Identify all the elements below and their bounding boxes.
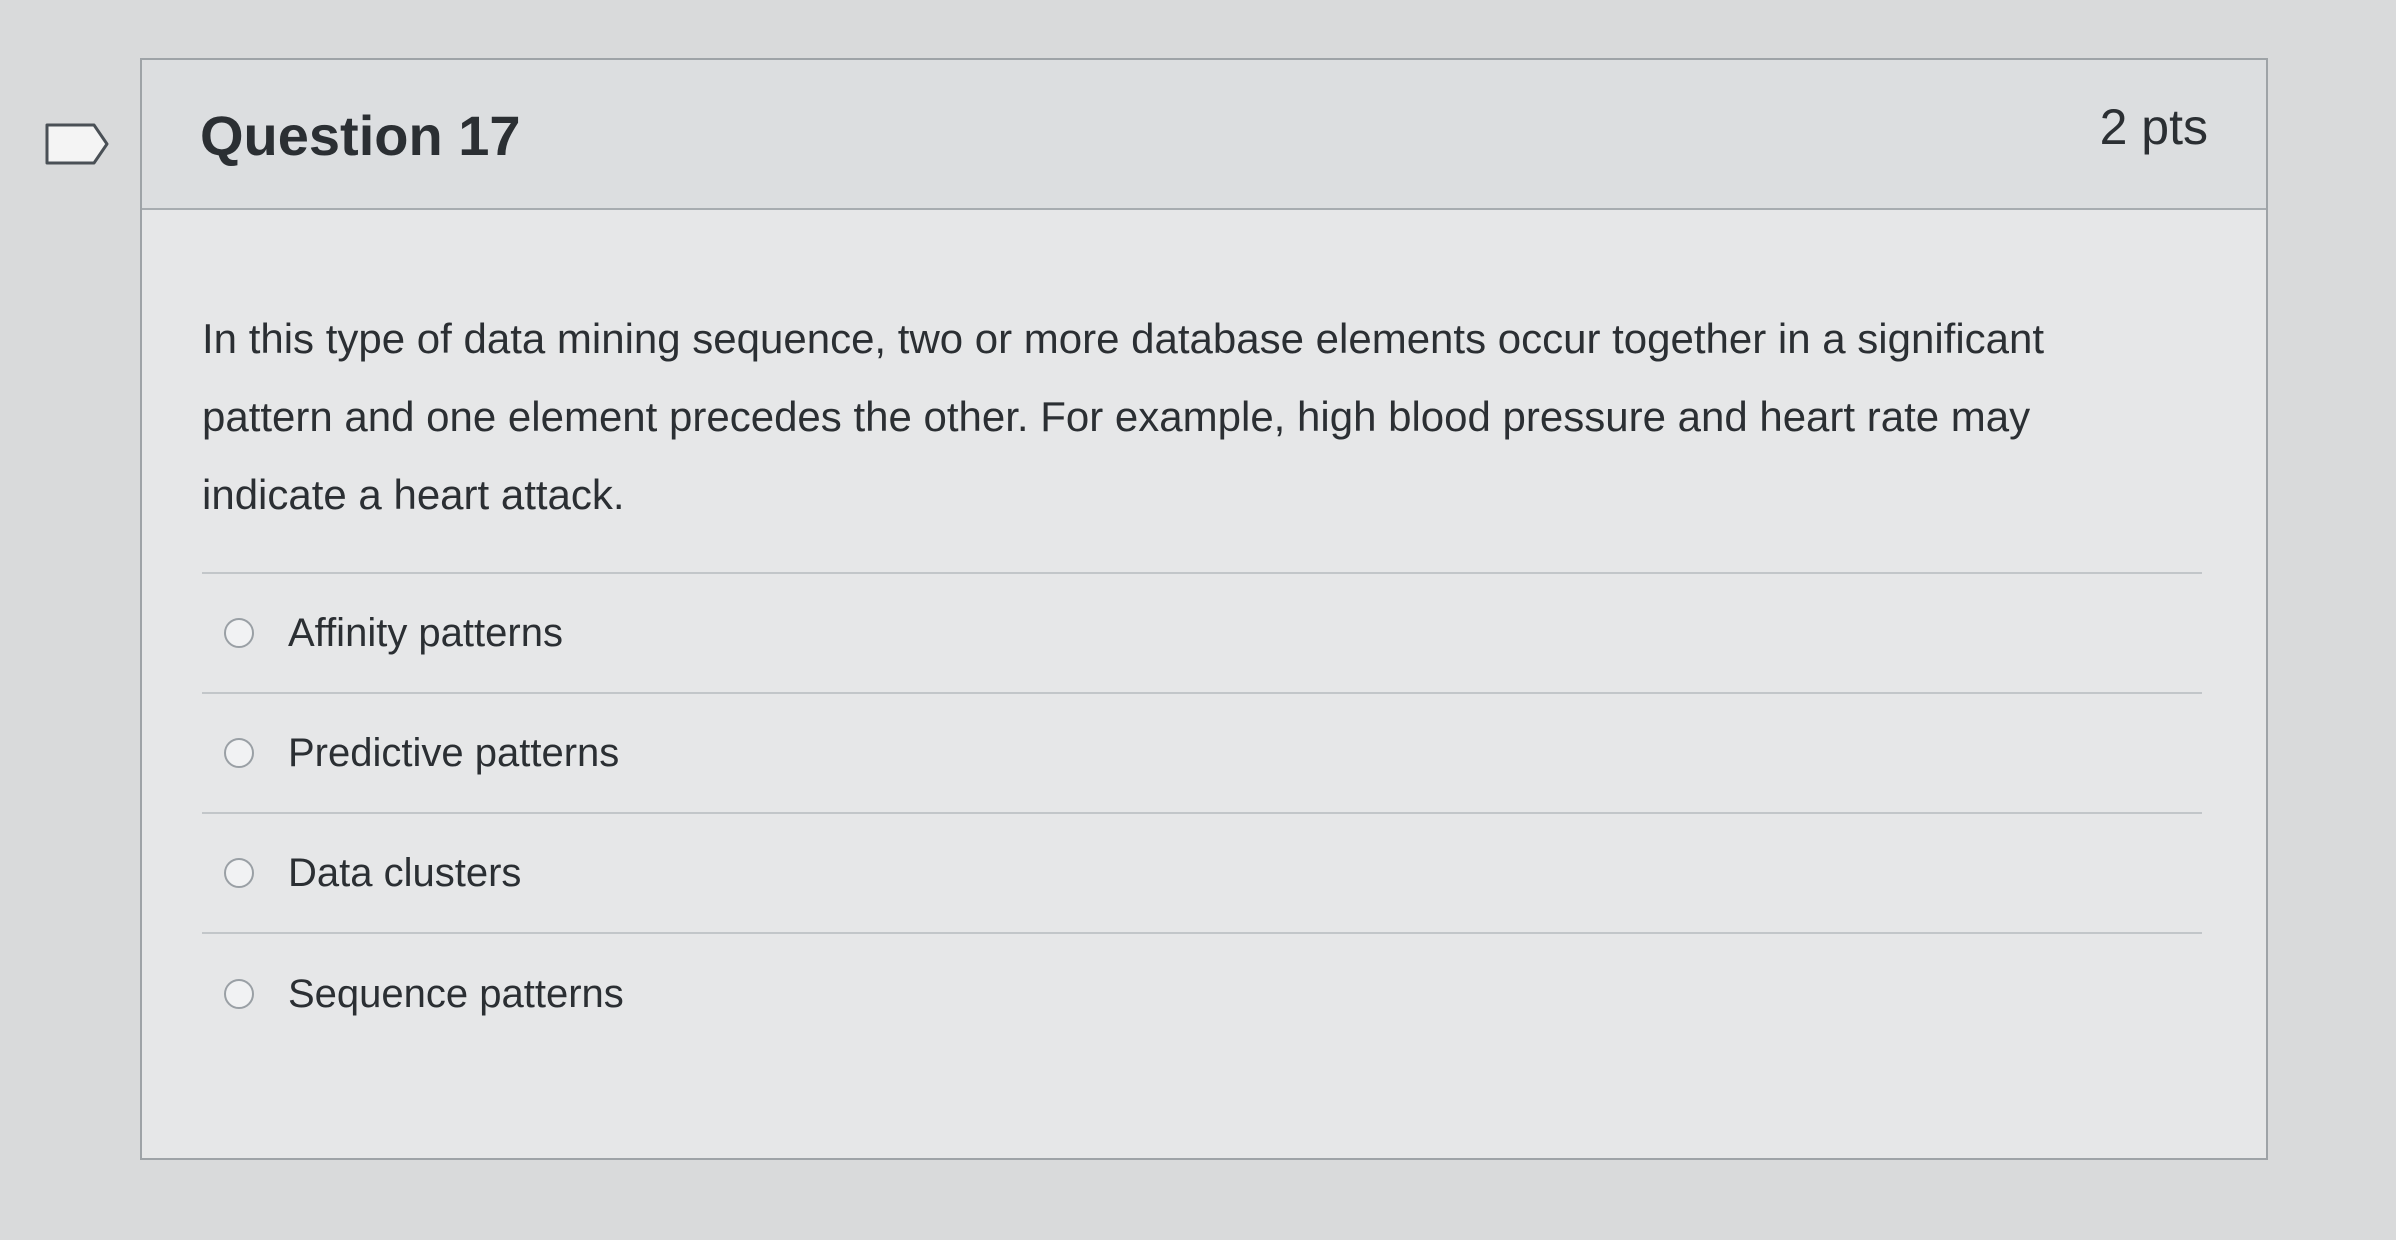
answer-label: Affinity patterns [288,610,563,655]
answer-option[interactable]: Sequence patterns [202,934,2202,1054]
answer-option[interactable]: Data clusters [202,814,2202,934]
question-points: 2 pts [2099,99,2208,155]
answer-list: Affinity patterns Predictive patterns Da… [202,572,2202,1054]
answer-label: Sequence patterns [288,971,624,1016]
radio-button[interactable] [224,858,254,888]
radio-button[interactable] [224,738,254,768]
question-text: In this type of data mining sequence, tw… [202,315,2045,518]
question-card: Question 17 2 pts In this type of data m… [140,58,2268,1160]
answer-option[interactable]: Predictive patterns [202,694,2202,814]
radio-button[interactable] [224,979,254,1009]
answer-label: Predictive patterns [288,730,620,775]
flag-question-icon[interactable] [44,122,110,166]
answer-label: Data clusters [288,850,522,895]
radio-button[interactable] [224,618,254,648]
answer-option[interactable]: Affinity patterns [202,574,2202,694]
question-header: Question 17 2 pts [142,60,2266,210]
question-title: Question 17 [200,104,521,167]
